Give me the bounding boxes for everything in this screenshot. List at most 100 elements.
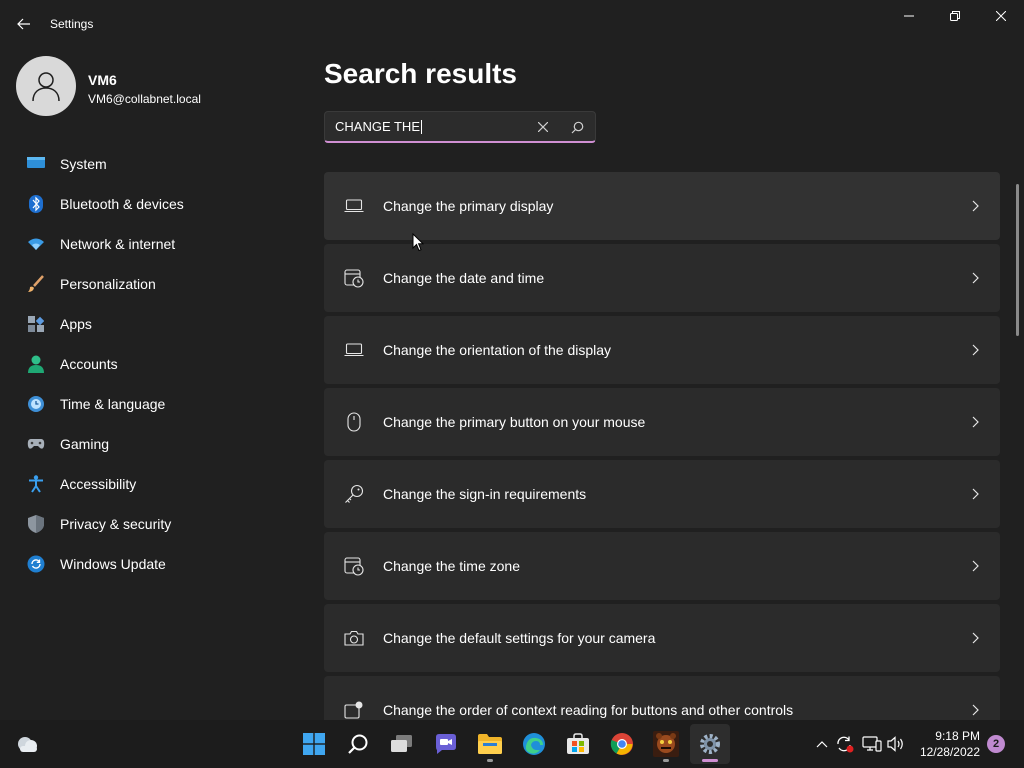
- key-icon: [342, 482, 366, 506]
- search-input[interactable]: CHANGE THE: [324, 111, 596, 143]
- windows-logo-icon: [303, 733, 325, 755]
- sync-alert-icon: [837, 736, 854, 753]
- gear-icon: [700, 734, 720, 754]
- back-arrow-icon: [17, 18, 30, 30]
- bluetooth-icon: [26, 194, 46, 214]
- user-email: VM6@collabnet.local: [88, 92, 201, 106]
- sidebar-item-accounts[interactable]: Accounts: [20, 346, 300, 382]
- search-results-list: Change the primary display Change the da…: [324, 172, 1000, 748]
- avatar: [16, 56, 76, 116]
- minimize-icon: [904, 15, 914, 17]
- result-change-orientation[interactable]: Change the orientation of the display: [324, 316, 1000, 384]
- chat-button[interactable]: [426, 724, 466, 764]
- controller-icon: [26, 434, 46, 454]
- close-icon: [538, 122, 548, 132]
- folder-icon: [478, 734, 502, 754]
- network-monitor-icon: [862, 736, 882, 752]
- clear-search-button[interactable]: [533, 117, 553, 137]
- person-icon: [26, 354, 46, 374]
- game-app-button[interactable]: [646, 724, 686, 764]
- settings-taskbar-button[interactable]: [690, 724, 730, 764]
- chevron-right-icon: [968, 559, 982, 573]
- game-app-icon: [653, 731, 679, 757]
- sidebar-item-system[interactable]: System: [20, 146, 300, 182]
- clock-date: 12/28/2022: [919, 745, 980, 759]
- shield-icon: [26, 514, 46, 534]
- chevron-right-icon: [968, 415, 982, 429]
- running-indicator: [487, 759, 493, 762]
- wifi-icon: [26, 234, 46, 254]
- sidebar-item-apps[interactable]: Apps: [20, 306, 300, 342]
- taskbar-search-button[interactable]: [338, 724, 378, 764]
- cloud-icon: [18, 737, 37, 752]
- task-view-button[interactable]: [382, 724, 422, 764]
- chevron-right-icon: [968, 343, 982, 357]
- chevron-right-icon: [968, 703, 982, 717]
- search-value: CHANGE THE: [335, 119, 422, 134]
- minimize-button[interactable]: [886, 0, 932, 32]
- sidebar-item-gaming[interactable]: Gaming: [20, 426, 300, 462]
- calendar-clock-icon: [342, 266, 366, 290]
- store-button[interactable]: [558, 724, 598, 764]
- mouse-cursor-icon: [412, 233, 424, 252]
- brush-icon: [26, 274, 46, 294]
- clock-time: 9:18 PM: [935, 729, 980, 743]
- restore-button[interactable]: [932, 0, 978, 32]
- scrollbar[interactable]: [1016, 184, 1019, 336]
- edge-button[interactable]: [514, 724, 554, 764]
- chevron-right-icon: [968, 199, 982, 213]
- chevron-up-icon: [816, 741, 828, 748]
- mouse-icon: [342, 410, 366, 434]
- chevron-right-icon: [968, 487, 982, 501]
- laptop-icon: [342, 194, 366, 218]
- chevron-right-icon: [968, 271, 982, 285]
- chrome-button[interactable]: [602, 724, 642, 764]
- file-explorer-button[interactable]: [470, 724, 510, 764]
- sidebar-item-bluetooth[interactable]: Bluetooth & devices: [20, 186, 300, 222]
- accessibility-icon: [26, 474, 46, 494]
- back-button[interactable]: [10, 12, 38, 36]
- notification-count-badge[interactable]: 2: [987, 735, 1005, 753]
- sidebar-item-windows-update[interactable]: Windows Update: [20, 546, 300, 582]
- update-icon: [26, 554, 46, 574]
- title-bar: Settings: [0, 0, 1024, 48]
- user-profile[interactable]: VM6 VM6@collabnet.local: [16, 56, 296, 118]
- result-change-primary-display[interactable]: Change the primary display: [324, 172, 1000, 240]
- start-button[interactable]: [294, 724, 334, 764]
- chevron-right-icon: [968, 631, 982, 645]
- running-indicator: [663, 759, 669, 762]
- sync-status-button[interactable]: [835, 734, 855, 754]
- page-title: Search results: [324, 58, 517, 89]
- sidebar-nav: System Bluetooth & devices Network & int…: [20, 146, 300, 586]
- sidebar-item-time-language[interactable]: Time & language: [20, 386, 300, 422]
- show-hidden-icons-button[interactable]: [812, 734, 832, 754]
- running-indicator: [702, 759, 718, 762]
- apps-icon: [26, 314, 46, 334]
- weather-widget-button[interactable]: [14, 730, 42, 758]
- result-change-sign-in[interactable]: Change the sign-in requirements: [324, 460, 1000, 528]
- clock-globe-icon: [26, 394, 46, 414]
- restore-icon: [950, 11, 960, 21]
- search-button[interactable]: [567, 117, 587, 137]
- sidebar-item-privacy-security[interactable]: Privacy & security: [20, 506, 300, 542]
- search-icon: [571, 121, 583, 133]
- laptop-icon: [342, 338, 366, 362]
- chat-icon: [436, 734, 456, 754]
- result-change-date-time[interactable]: Change the date and time: [324, 244, 1000, 312]
- task-view-icon: [391, 735, 412, 752]
- sidebar-item-accessibility[interactable]: Accessibility: [20, 466, 300, 502]
- user-name: VM6: [88, 72, 117, 88]
- sidebar-item-personalization[interactable]: Personalization: [20, 266, 300, 302]
- network-status-button[interactable]: [862, 734, 882, 754]
- result-change-time-zone[interactable]: Change the time zone: [324, 532, 1000, 600]
- close-icon: [996, 11, 1006, 21]
- person-avatar-icon: [32, 72, 60, 102]
- edge-icon: [523, 733, 545, 755]
- store-icon: [567, 733, 589, 754]
- close-button[interactable]: [978, 0, 1024, 32]
- calendar-clock-icon: [342, 554, 366, 578]
- result-change-mouse-button[interactable]: Change the primary button on your mouse: [324, 388, 1000, 456]
- search-icon: [348, 734, 368, 754]
- result-change-camera-settings[interactable]: Change the default settings for your cam…: [324, 604, 1000, 672]
- sidebar-item-network[interactable]: Network & internet: [20, 226, 300, 262]
